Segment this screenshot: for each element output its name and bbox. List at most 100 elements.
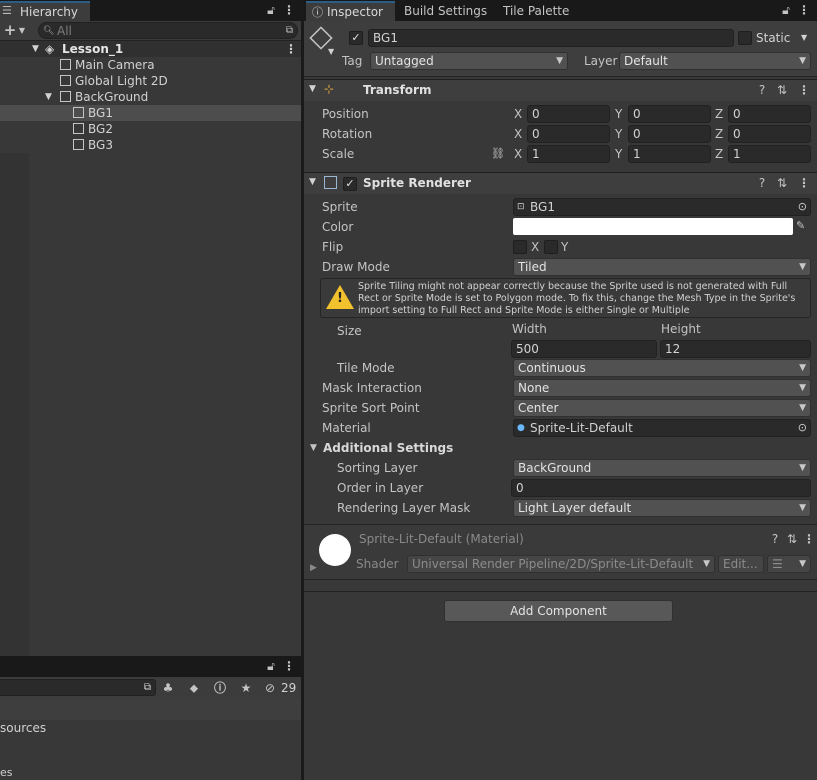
width-field[interactable]: 500 xyxy=(511,340,657,358)
search-options-icon[interactable]: ⧉ xyxy=(286,23,293,38)
tab-hierarchy[interactable]: ☰ Hierarchy xyxy=(0,1,90,21)
help-icon[interactable]: ? xyxy=(756,83,768,97)
chevron-down-icon: ▼ xyxy=(799,262,806,272)
rotation-x-field[interactable]: 0 xyxy=(527,125,610,143)
presets-icon[interactable]: ⇅ xyxy=(786,532,798,546)
chevron-down-icon: ▼ xyxy=(703,559,710,569)
transform-title: Transform xyxy=(363,83,432,97)
static-dropdown-icon[interactable]: ▼ xyxy=(801,33,807,42)
search-options-icon[interactable]: ⧉ xyxy=(144,680,151,695)
shader-dropdown[interactable]: Universal Render Pipeline/2D/Sprite-Lit-… xyxy=(407,555,715,573)
scale-z-field[interactable]: 1 xyxy=(728,145,811,163)
warning-circle-icon[interactable]: ⓘ xyxy=(213,681,227,695)
lock-icon[interactable]: 🔓︎ xyxy=(780,3,792,17)
rendering-layer-mask-dropdown[interactable]: Light Layer default ▼ xyxy=(513,499,811,517)
color-label: Color xyxy=(322,220,354,234)
info-icon: ⓘ xyxy=(312,6,323,19)
active-checkbox[interactable]: ✓ xyxy=(349,31,363,45)
list-item[interactable]: ▼ BackGround xyxy=(0,89,301,105)
more-options-icon[interactable]: ⋮ xyxy=(283,3,295,17)
static-checkbox[interactable] xyxy=(738,31,752,45)
list-item[interactable]: BG2 xyxy=(0,121,301,137)
chevron-down-icon: ▼ xyxy=(799,403,806,413)
list-item[interactable]: Main Camera xyxy=(0,57,301,73)
foldout-icon[interactable]: ▼ xyxy=(309,84,316,94)
hierarchy-search-input[interactable]: 🔍︎ All ⧉ xyxy=(38,22,298,39)
list-item[interactable]: Global Light 2D xyxy=(0,73,301,89)
sprite-renderer-header[interactable]: ▼ ✓ Sprite Renderer ? ⇅ ⋮ xyxy=(304,172,817,194)
shader-menu-button[interactable]: ☰ ▼ xyxy=(767,555,811,573)
add-icon[interactable]: + xyxy=(2,23,18,38)
scene-row[interactable]: ▼ ◈ Lesson_1 ⋮ xyxy=(0,41,301,57)
help-icon[interactable]: ? xyxy=(769,532,781,546)
scale-y-field[interactable]: 1 xyxy=(628,145,711,163)
chevron-down-icon: ▼ xyxy=(799,463,806,473)
foldout-icon[interactable]: ▶ xyxy=(310,563,317,573)
transform-header[interactable]: ▼ ⊹ Transform ? ⇅ ⋮ xyxy=(304,79,817,101)
position-x-field[interactable]: 0 xyxy=(527,105,610,123)
help-icon[interactable]: ? xyxy=(756,176,768,190)
add-component-button[interactable]: Add Component xyxy=(444,600,673,622)
hierarchy-toolbar: + ▼ 🔍︎ All ⧉ xyxy=(0,21,301,41)
shader-edit-button[interactable]: Edit... xyxy=(718,555,764,573)
tab-inspector[interactable]: ⓘ Inspector xyxy=(306,1,395,21)
more-options-icon[interactable]: ⋮ xyxy=(283,659,295,673)
position-z-field[interactable]: 0 xyxy=(728,105,811,123)
sprite-object-field[interactable]: ⊡ BG1 ⊙ xyxy=(513,198,811,216)
layer-dropdown[interactable]: Default ▼ xyxy=(619,52,811,70)
foldout-icon[interactable]: ▼ xyxy=(32,41,39,57)
foldout-icon[interactable]: ▼ xyxy=(309,177,316,187)
object-name-input[interactable]: BG1 xyxy=(368,29,734,47)
enabled-checkbox[interactable]: ✓ xyxy=(343,177,357,191)
draw-mode-dropdown[interactable]: Tiled ▼ xyxy=(513,258,811,276)
constrain-proportions-icon[interactable]: ⛓ xyxy=(491,147,505,160)
flip-y-checkbox[interactable] xyxy=(544,240,558,254)
list-item-selected[interactable]: BG1 xyxy=(0,105,301,121)
project-folder-label[interactable]: sources xyxy=(0,721,46,735)
foldout-icon[interactable]: ▼ xyxy=(310,443,317,453)
lock-icon[interactable]: 🔓︎ xyxy=(265,3,277,17)
chevron-down-icon: ▼ xyxy=(799,383,806,393)
foldout-icon[interactable]: ▼ xyxy=(45,89,52,105)
mask-interaction-dropdown[interactable]: None ▼ xyxy=(513,379,811,397)
icon-dropdown-icon[interactable]: ▼ xyxy=(328,47,334,56)
rotation-y-field[interactable]: 0 xyxy=(628,125,711,143)
chevron-down-icon[interactable]: ▼ xyxy=(18,24,26,38)
scene-more-icon[interactable]: ⋮ xyxy=(285,41,297,57)
flip-x-checkbox[interactable] xyxy=(513,240,527,254)
project-search-input[interactable]: ⧉ xyxy=(0,679,156,696)
hidden-count: 29 xyxy=(281,681,297,695)
visibility-icon[interactable]: ⊘ xyxy=(262,681,278,695)
more-options-icon[interactable]: ⋮ xyxy=(803,532,815,546)
position-y-field[interactable]: 0 xyxy=(628,105,711,123)
more-options-icon[interactable]: ⋮ xyxy=(798,176,810,190)
more-options-icon[interactable]: ⋮ xyxy=(798,3,810,17)
sort-point-dropdown[interactable]: Center ▼ xyxy=(513,399,811,417)
list-item[interactable]: BG3 xyxy=(0,137,301,153)
eyedropper-icon[interactable]: ✎ xyxy=(796,219,805,232)
color-swatch[interactable] xyxy=(513,218,793,235)
sorting-layer-dropdown[interactable]: BackGround ▼ xyxy=(513,459,811,477)
object-picker-icon[interactable]: ⊙ xyxy=(798,199,807,215)
label-icon[interactable]: ⬥ xyxy=(187,681,201,695)
tag-dropdown[interactable]: Untagged ▼ xyxy=(370,52,568,70)
height-field[interactable]: 12 xyxy=(660,340,811,358)
material-object-field[interactable]: ● Sprite-Lit-Default ⊙ xyxy=(513,419,811,437)
presets-icon[interactable]: ⇅ xyxy=(776,83,788,97)
presets-icon[interactable]: ⇅ xyxy=(776,176,788,190)
additional-settings-label[interactable]: Additional Settings xyxy=(323,441,453,455)
more-options-icon[interactable]: ⋮ xyxy=(798,83,810,97)
order-in-layer-field[interactable]: 0 xyxy=(511,479,811,497)
axis-x-label: X xyxy=(514,107,523,121)
axis-y-label: Y xyxy=(615,107,623,121)
object-picker-icon[interactable]: ⊙ xyxy=(798,420,807,436)
project-folder-label-2[interactable]: es xyxy=(0,766,13,779)
star-icon[interactable]: ★ xyxy=(239,681,253,695)
tile-mode-dropdown[interactable]: Continuous ▼ xyxy=(513,359,811,377)
rotation-z-field[interactable]: 0 xyxy=(728,125,811,143)
scale-x-field[interactable]: 1 xyxy=(527,145,610,163)
filter-type-icon[interactable]: ♣ xyxy=(161,681,175,695)
tab-tile-palette[interactable]: Tile Palette xyxy=(503,4,569,18)
lock-icon[interactable]: 🔓︎ xyxy=(265,659,277,673)
tab-build-settings[interactable]: Build Settings xyxy=(404,4,487,18)
